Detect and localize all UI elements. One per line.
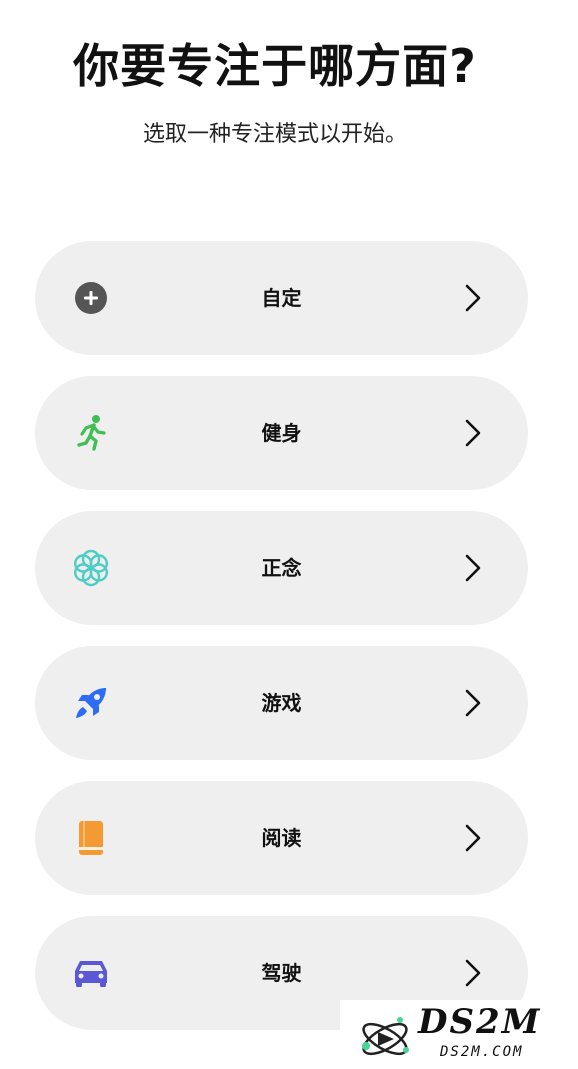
watermark: DS2M DS2M.COM: [340, 1000, 578, 1069]
mode-item-reading[interactable]: 阅读: [35, 781, 528, 895]
watermark-domain: DS2M.COM: [440, 1044, 524, 1060]
mode-label: 阅读: [261, 826, 302, 850]
chevron-right-icon: [465, 824, 481, 852]
mode-label: 正念: [261, 556, 302, 580]
page-subtitle: 选取一种专注模式以开始。: [142, 122, 407, 147]
chevron-right-icon: [465, 284, 481, 312]
mode-item-fitness[interactable]: 健身: [35, 376, 528, 490]
mode-item-custom[interactable]: 自定: [35, 241, 528, 355]
mode-label: 自定: [261, 286, 302, 310]
watermark-brand: DS2M: [418, 1002, 542, 1042]
mode-item-gaming[interactable]: 游戏: [35, 646, 528, 760]
atom-logo-icon: [362, 1017, 409, 1056]
mode-item-mindfulness[interactable]: 正念: [35, 511, 528, 625]
chevron-right-icon: [465, 554, 481, 582]
page-title: 你要专注于哪方面?: [73, 39, 477, 93]
mode-label: 游戏: [261, 691, 302, 715]
chevron-right-icon: [465, 959, 481, 987]
chevron-right-icon: [465, 689, 481, 717]
chevron-right-icon: [465, 419, 481, 447]
mode-label: 健身: [261, 421, 302, 445]
focus-mode-list: 自定 健身 正念 游戏 阅读 驾驶: [35, 241, 528, 1051]
